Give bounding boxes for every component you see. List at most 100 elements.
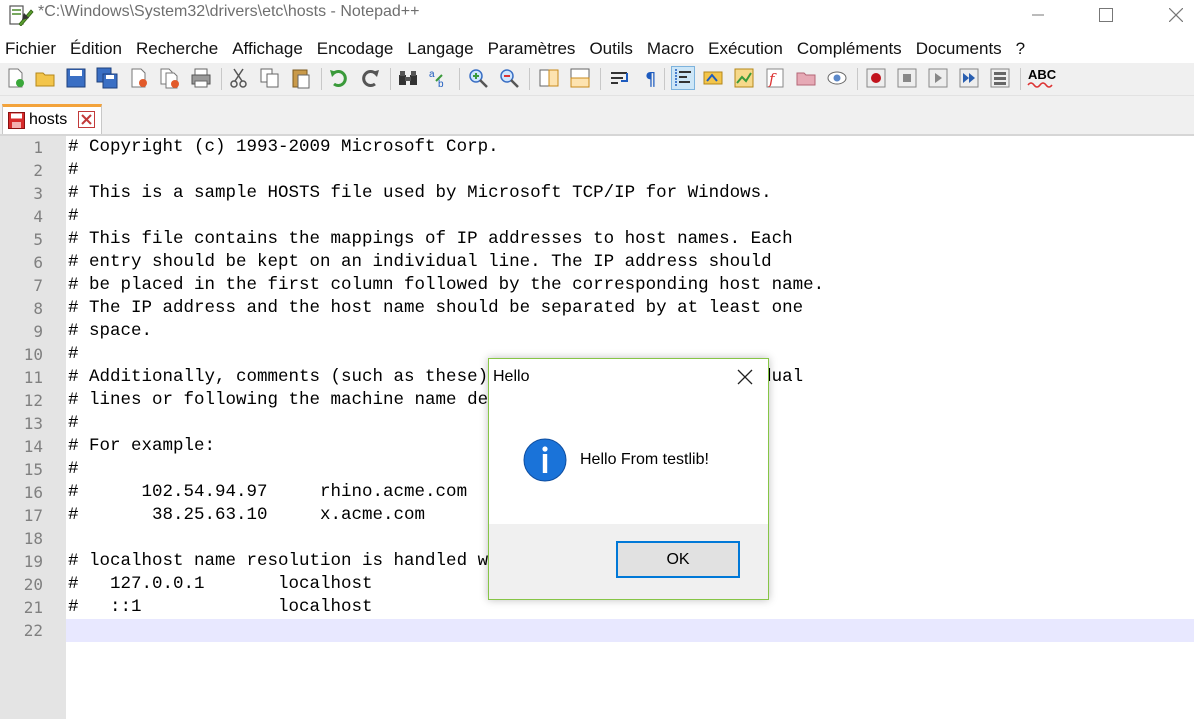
line-number: 19 [23,552,43,571]
code-line[interactable]: # This file contains the mappings of IP … [68,228,1194,251]
document-map-icon[interactable] [733,67,755,89]
sync-horizontal-icon[interactable] [569,67,591,89]
line-number: 18 [23,529,43,548]
menu-langage[interactable]: Langage [400,36,480,62]
close-window-button[interactable] [1153,0,1194,30]
line-number: 3 [33,184,43,203]
menu-edition[interactable]: Édition [63,36,129,62]
maximize-icon [1099,8,1113,22]
user-language-icon[interactable] [702,67,724,89]
svg-text:b: b [438,79,444,89]
replace-icon[interactable]: ab [428,67,450,89]
toolbar-separator [529,68,530,90]
toolbar: ab ¶ f ABC [0,63,1194,96]
zoom-out-icon[interactable] [498,67,520,89]
dialog-message: Hello From testlib! [580,451,709,468]
function-list-icon[interactable]: f [764,67,786,89]
menu-documents[interactable]: Documents [909,36,1009,62]
code-line[interactable]: # [68,205,1194,228]
line-number: 1 [33,138,43,157]
minimize-icon [1032,14,1044,16]
paste-icon[interactable] [290,67,312,89]
notepadpp-app-icon[interactable] [7,4,35,26]
run-macro-multiple-icon[interactable] [958,67,980,89]
toolbar-separator [221,68,222,90]
menu-macro[interactable]: Macro [640,36,701,62]
line-number: 6 [33,253,43,272]
menu-help[interactable]: ? [1009,36,1032,62]
line-number: 17 [23,506,43,525]
sync-vertical-icon[interactable] [538,67,560,89]
spell-underline-icon [1027,82,1053,88]
copy-icon[interactable] [259,67,281,89]
maximize-button[interactable] [1083,0,1129,30]
menu-affichage[interactable]: Affichage [225,36,310,62]
code-line[interactable]: # space. [68,320,1194,343]
message-dialog: Hello Hello From testlib! OK [488,358,769,600]
spell-check-label: ABC [1028,67,1057,82]
minimize-button[interactable] [1015,0,1061,30]
record-macro-icon[interactable] [865,67,887,89]
svg-text:a: a [429,69,435,80]
toolbar-separator [390,68,391,90]
play-macro-icon[interactable] [927,67,949,89]
monitoring-icon[interactable] [826,67,848,89]
tab-label: hosts [29,111,68,128]
code-line[interactable]: # entry should be kept on an individual … [68,251,1194,274]
dialog-footer: OK [489,524,768,599]
tab-bar: hosts [0,96,1194,136]
menu-complements[interactable]: Compléments [790,36,909,62]
dialog-close-icon[interactable] [736,368,754,386]
save-macro-icon[interactable] [989,67,1011,89]
line-number: 7 [33,276,43,295]
save-icon[interactable] [65,67,87,89]
line-number: 21 [23,598,43,617]
code-line[interactable]: # Copyright (c) 1993-2009 Microsoft Corp… [68,136,1194,159]
line-number: 10 [23,345,43,364]
menu-execution[interactable]: Exécution [701,36,790,62]
close-file-icon[interactable] [128,67,150,89]
code-line[interactable]: # be placed in the first column followed… [68,274,1194,297]
toolbar-separator [459,68,460,90]
code-line[interactable]: # This is a sample HOSTS file used by Mi… [68,182,1194,205]
stop-record-icon[interactable] [896,67,918,89]
line-number: 2 [33,161,43,180]
toolbar-separator [321,68,322,90]
menu-outils[interactable]: Outils [582,36,639,62]
close-all-icon[interactable] [159,67,181,89]
line-number: 8 [33,299,43,318]
close-icon [1169,8,1183,22]
tab-close-icon[interactable] [78,111,95,128]
redo-icon[interactable] [359,67,381,89]
save-all-icon[interactable] [96,67,118,89]
menu-encodage[interactable]: Encodage [310,36,401,62]
menu-parametres[interactable]: Paramètres [481,36,583,62]
ok-button[interactable]: OK [616,541,740,578]
unsaved-file-icon [8,112,25,129]
word-wrap-icon[interactable] [609,67,631,89]
line-number: 13 [23,414,43,433]
title-bar: *C:\Windows\System32\drivers\etc\hosts -… [0,0,1194,30]
code-line[interactable]: # The IP address and the host name shoul… [68,297,1194,320]
svg-text:¶: ¶ [645,69,656,89]
find-icon[interactable] [397,67,419,89]
menu-bar: Fichier Édition Recherche Affichage Enco… [0,36,1194,62]
undo-icon[interactable] [328,67,350,89]
line-number: 22 [23,621,43,640]
open-file-icon[interactable] [34,67,56,89]
code-line-current[interactable] [68,619,1194,642]
menu-fichier[interactable]: Fichier [0,36,63,62]
code-line[interactable]: # [68,159,1194,182]
print-icon[interactable] [190,67,212,89]
cut-icon[interactable] [228,67,250,89]
tab-hosts[interactable]: hosts [2,104,102,134]
line-number: 20 [23,575,43,594]
spell-check-icon[interactable]: ABC [1027,67,1057,89]
information-icon [523,438,567,482]
menu-recherche[interactable]: Recherche [129,36,225,62]
new-file-icon[interactable] [5,67,27,89]
folder-workspace-icon[interactable] [795,67,817,89]
zoom-in-icon[interactable] [467,67,489,89]
show-all-chars-icon[interactable]: ¶ [640,67,662,89]
indent-guide-icon[interactable] [671,66,695,90]
